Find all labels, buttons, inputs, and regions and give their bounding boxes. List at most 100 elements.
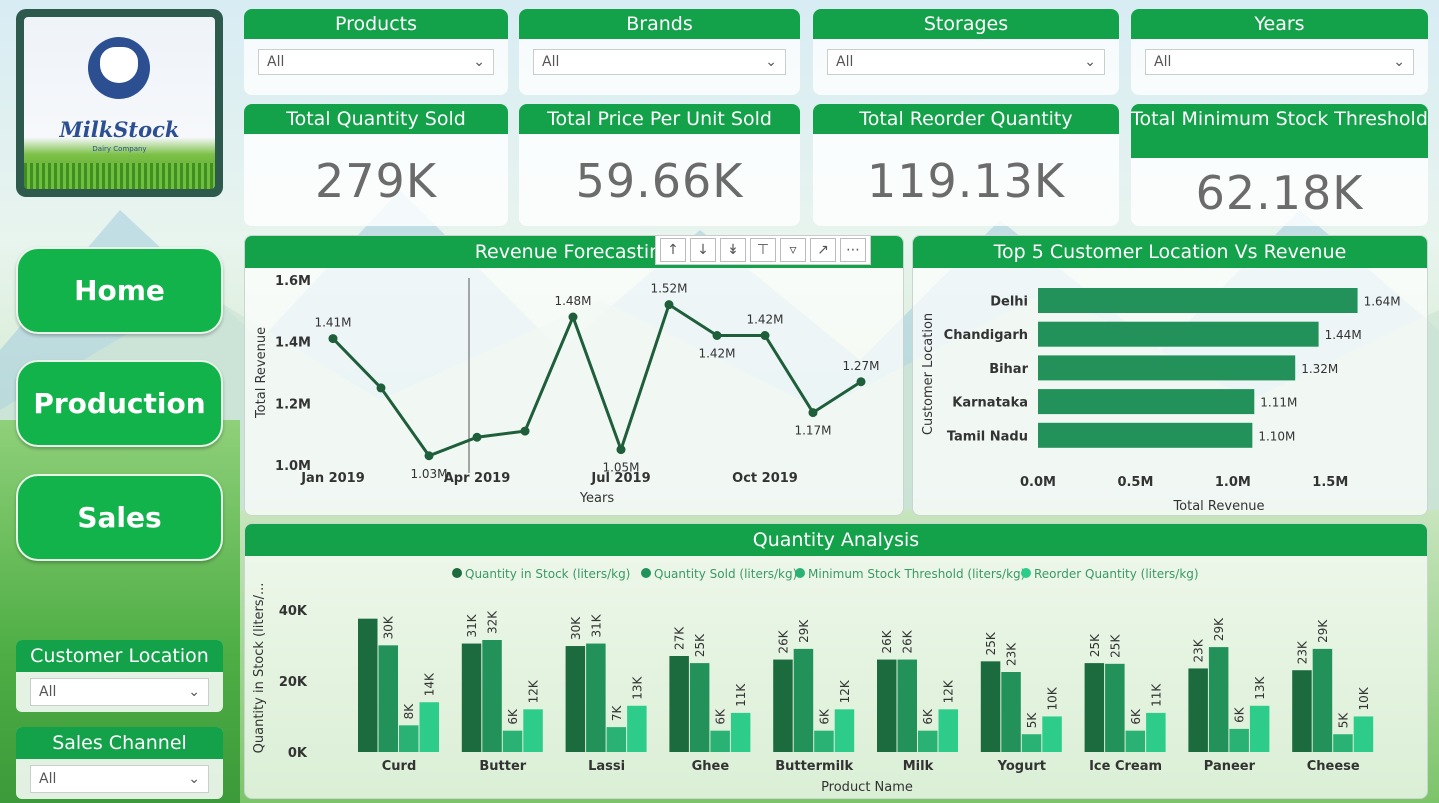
visual-toolbar: ↑ ↓ ↡ ⊤ ▿ ↗ ⋯ (655, 235, 871, 265)
quantity-analysis-chart: Quantity in Stock (liters/kg) Quantity So… (252, 567, 1374, 795)
customer-location-slicer: Customer Location All ⌄ (16, 640, 223, 712)
filter-years: Years All ⌄ (1131, 9, 1428, 95)
revenue-bar (1038, 288, 1358, 313)
customer-location-dropdown[interactable]: All ⌄ (30, 678, 209, 706)
chevron-down-icon: ⌄ (765, 54, 777, 70)
storages-dropdown[interactable]: All ⌄ (827, 49, 1105, 75)
y-tick-label: 20K (279, 675, 308, 690)
logo: MilkStock Dairy Company (24, 17, 215, 189)
data-label: 1.27M (842, 359, 879, 373)
data-label: 1.44M (1325, 328, 1362, 342)
quantity-bar (565, 646, 586, 752)
filter-value: All (836, 54, 854, 70)
double-arrow-down-icon[interactable]: ↡ (720, 238, 746, 262)
category-label: Ice Cream (1089, 759, 1162, 774)
legend-marker (1021, 568, 1031, 578)
data-point (712, 331, 722, 340)
category-label: Buttermilk (775, 759, 853, 774)
y-tick-label: 0K (288, 746, 308, 761)
quantity-bar (834, 709, 855, 752)
data-label: 11K (734, 683, 748, 707)
production-button[interactable]: Production (16, 360, 223, 447)
quantity-bar (877, 659, 897, 752)
quantity-bar (606, 727, 627, 752)
arrow-up-icon[interactable]: ↑ (660, 238, 686, 262)
filter-value: All (542, 54, 560, 70)
sales-channel-label: Sales Channel (16, 727, 223, 759)
data-label: 13K (630, 676, 644, 700)
category-label: Butter (479, 759, 526, 774)
kpi-label: Total Minimum Stock Threshold (1131, 104, 1428, 158)
data-label: 29K (797, 619, 811, 643)
products-dropdown[interactable]: All ⌄ (258, 49, 494, 75)
kpi-total-minimum-stock-threshold: Total Minimum Stock Threshold 62.18K (1131, 104, 1428, 226)
quantity-bar (1001, 672, 1021, 752)
more-options-icon[interactable]: ⋯ (840, 238, 866, 262)
quantity-bar (482, 640, 502, 752)
quantity-bar (689, 663, 710, 752)
quantity-bar (1105, 663, 1125, 752)
arrow-down-icon[interactable]: ↓ (690, 238, 716, 262)
y-tick-label: 1.6M (275, 274, 311, 289)
data-label: 25K (1108, 634, 1122, 658)
data-label: 23K (1295, 640, 1309, 664)
quantity-bar (461, 643, 482, 752)
data-point (376, 383, 386, 393)
y-tick-label: 1.4M (275, 336, 311, 351)
expand-hierarchy-icon[interactable]: ⊤ (750, 238, 776, 262)
kpi-label: Total Reorder Quantity (813, 104, 1119, 134)
data-label: 29K (1212, 617, 1226, 641)
quantity-bar (1042, 716, 1062, 752)
data-label: 6K (817, 708, 831, 725)
chevron-down-icon: ⌄ (188, 771, 200, 787)
kpi-value: 119.13K (866, 154, 1066, 208)
revenue-line (331, 302, 862, 458)
sales-channel-dropdown[interactable]: All ⌄ (30, 765, 209, 793)
filter-label: Products (244, 9, 508, 39)
quantity-bar (938, 709, 958, 752)
data-label: 1.52M (650, 282, 687, 296)
top5-location-title: Top 5 Customer Location Vs Revenue (913, 236, 1427, 268)
data-label: 14K (423, 672, 437, 696)
data-label: 11K (1149, 683, 1163, 707)
quantity-bar (980, 661, 1001, 752)
years-dropdown[interactable]: All ⌄ (1145, 49, 1414, 75)
sales-channel-slicer: Sales Channel All ⌄ (16, 727, 223, 799)
data-label: 5K (1336, 712, 1350, 729)
category-label: Ghee (692, 759, 730, 774)
legend-label: Minimum Stock Threshold (liters/kg) (808, 567, 1025, 581)
logo-subtitle: Dairy Company (92, 145, 147, 153)
home-button[interactable]: Home (16, 247, 223, 334)
data-label: 1.41M (314, 316, 351, 330)
data-label: 1.10M (1258, 429, 1295, 443)
filter-icon[interactable]: ▿ (780, 238, 806, 262)
quantity-bar (773, 659, 793, 752)
filter-label: Years (1131, 9, 1428, 39)
sales-button[interactable]: Sales (16, 474, 223, 561)
quantity-bar (399, 725, 419, 752)
x-tick-label: Apr 2019 (444, 471, 511, 486)
data-label: 1.48M (554, 294, 591, 308)
data-point (856, 377, 866, 387)
filter-label: Brands (519, 9, 800, 39)
data-label: 1.42M (698, 347, 735, 361)
quantity-bar (730, 712, 751, 752)
revenue-bar (1038, 355, 1296, 381)
x-tick-label: 0.5M (1117, 475, 1153, 490)
y-axis-title: Quantity in Stock (liters/... (252, 583, 267, 754)
legend-label: Quantity Sold (liters/kg) (654, 567, 797, 581)
top5-location-chart: Delhi 1.64M Chandigarh 1.44M Bihar 1.32M Karna… (921, 288, 1401, 514)
focus-mode-icon[interactable]: ↗ (810, 238, 836, 262)
y-tick-label: 40K (279, 604, 308, 619)
kpi-value: 62.18K (1195, 166, 1364, 220)
quantity-bar (1249, 705, 1270, 752)
data-label: 31K (465, 613, 479, 637)
sales-channel-value: All (39, 771, 57, 787)
data-label: 30K (382, 615, 396, 639)
category-label: Cheese (1307, 759, 1360, 774)
quantity-bar (918, 730, 938, 752)
brands-dropdown[interactable]: All ⌄ (533, 49, 786, 75)
data-label: 6K (1233, 706, 1247, 723)
x-tick-label: 0.0M (1020, 475, 1056, 490)
x-tick-label: Oct 2019 (732, 471, 798, 486)
